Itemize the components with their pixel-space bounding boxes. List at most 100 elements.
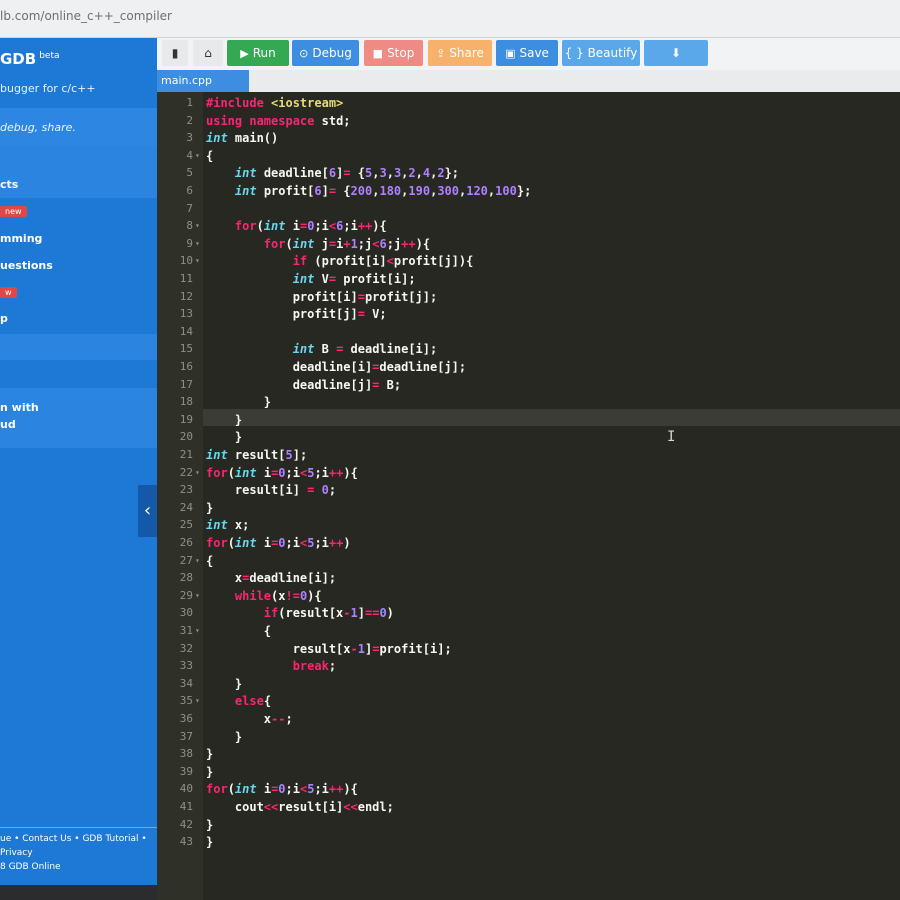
fold-arrow-icon[interactable]: ▾ xyxy=(195,239,200,248)
debug-button[interactable]: ⊙ Debug xyxy=(292,40,359,66)
code-line[interactable]: int main() xyxy=(206,131,278,145)
new-badge: new xyxy=(0,206,27,217)
line-number: 12 xyxy=(179,289,193,303)
code-line[interactable]: } xyxy=(206,835,213,849)
line-number: 6 xyxy=(186,184,193,197)
code-line[interactable]: x--; xyxy=(206,712,293,726)
line-number: 43 xyxy=(179,835,193,849)
code-line[interactable]: for(int i=0;i<6;i++){ xyxy=(206,219,387,233)
code-line[interactable]: deadline[j]= B; xyxy=(206,378,401,392)
sidebar-description: debug, share. xyxy=(0,121,76,134)
sidebar-item-questions[interactable]: uestions xyxy=(0,259,53,272)
line-number: 19 xyxy=(179,412,193,426)
line-number: 7 xyxy=(186,201,193,215)
sidebar-footer: ue • Contact Us • GDB Tutorial • Privacy… xyxy=(0,827,157,874)
code-line[interactable]: for(int i=0;i<5;i++){ xyxy=(206,782,358,796)
fold-arrow-icon[interactable]: ▾ xyxy=(195,556,200,565)
footer-privacy[interactable]: Privacy xyxy=(0,846,157,860)
code-line[interactable]: for(int j=i+1;j<6;j++){ xyxy=(206,237,430,251)
line-number: 33 xyxy=(179,659,193,673)
fold-arrow-icon[interactable]: ▾ xyxy=(195,256,200,265)
code-line[interactable]: deadline[i]=deadline[j]; xyxy=(206,360,466,374)
line-number: 36 xyxy=(179,712,193,725)
code-line[interactable]: int deadline[6]= {5,3,3,2,4,2}; xyxy=(206,166,459,180)
code-line[interactable]: } xyxy=(206,501,213,515)
fold-arrow-icon[interactable]: ▾ xyxy=(195,591,200,600)
code-line[interactable]: } xyxy=(206,395,271,409)
code-line[interactable]: result[i] = 0; xyxy=(206,483,336,497)
line-number: 27 xyxy=(179,553,193,567)
line-number: 5 xyxy=(186,166,193,180)
stop-button[interactable]: ■ Stop xyxy=(364,40,423,66)
sidebar-band xyxy=(0,334,157,360)
code-line[interactable]: break; xyxy=(206,659,336,673)
stop-icon: ■ xyxy=(372,47,384,60)
fold-arrow-icon[interactable]: ▾ xyxy=(195,696,200,705)
code-line[interactable]: int V= profit[i]; xyxy=(206,272,416,286)
code-line[interactable]: profit[i]=profit[j]; xyxy=(206,290,438,304)
fold-arrow-icon[interactable]: ▾ xyxy=(195,626,200,635)
sidebar-item-programming[interactable]: mming xyxy=(0,232,42,245)
code-line[interactable]: cout<<result[i]<<endl; xyxy=(206,800,394,814)
code-line[interactable]: for(int i=0;i<5;i++) xyxy=(206,536,351,550)
address-bar[interactable]: lb.com/online_c++_compiler xyxy=(0,0,900,38)
sidebar-tagline: bugger for c/c++ xyxy=(0,82,96,95)
url-text: lb.com/online_c++_compiler xyxy=(0,9,172,23)
code-line[interactable]: while(x!=0){ xyxy=(206,589,322,603)
toolbar: ▮ ⌂ ▶ Run ⊙ Debug ■ Stop ⇪ Share ▣ Save { } B… xyxy=(157,38,900,70)
code-line[interactable]: } xyxy=(206,818,213,832)
sidebar-item-cloud[interactable]: ud xyxy=(0,418,16,431)
save-button[interactable]: ▣ Save xyxy=(496,40,558,66)
sidebar-item-login-with[interactable]: n with xyxy=(0,401,39,414)
fold-arrow-icon[interactable]: ▾ xyxy=(195,221,200,230)
code-line[interactable]: { xyxy=(206,554,213,568)
code-line[interactable]: int x; xyxy=(206,518,249,532)
code-line[interactable]: if(result[x-1]==0) xyxy=(206,606,394,620)
sidebar-item-p[interactable]: p xyxy=(0,312,8,325)
code-line[interactable]: if (profit[i]<profit[j]){ xyxy=(206,254,474,268)
beautify-button[interactable]: { } Beautify xyxy=(562,40,640,66)
code-line[interactable]: { xyxy=(206,149,213,163)
footer-links[interactable]: ue • Contact Us • GDB Tutorial • xyxy=(0,832,157,846)
line-number: 26 xyxy=(179,536,193,549)
code-line[interactable]: int result[5]; xyxy=(206,448,307,462)
download-button[interactable]: ⬇ xyxy=(644,40,708,66)
code-line[interactable]: { xyxy=(206,624,271,638)
new-file-button[interactable]: ▮ xyxy=(162,40,188,66)
code-line[interactable]: } xyxy=(206,430,242,444)
code-line[interactable]: } xyxy=(206,730,242,744)
sidebar-item-projects[interactable]: cts xyxy=(0,178,18,191)
line-number: 1 xyxy=(186,96,193,109)
code-line[interactable]: int B = deadline[i]; xyxy=(206,342,438,356)
code-line[interactable]: for(int i=0;i<5;i++){ xyxy=(206,466,358,480)
code-line[interactable]: else{ xyxy=(206,694,271,708)
footer-copyright: 8 GDB Online xyxy=(0,862,61,872)
run-button[interactable]: ▶ Run xyxy=(227,40,289,66)
line-number: 18 xyxy=(179,395,193,409)
line-number: 32 xyxy=(179,641,193,655)
code-line[interactable]: int profit[6]= {200,180,190,300,120,100}… xyxy=(206,184,531,198)
code-line[interactable]: } xyxy=(206,677,242,691)
upload-button[interactable]: ⌂ xyxy=(193,40,223,66)
collapse-sidebar-button[interactable]: ‹ xyxy=(138,485,157,537)
tab-main-cpp[interactable]: main.cpp xyxy=(157,70,249,92)
code-line[interactable]: profit[j]= V; xyxy=(206,307,387,321)
code-line[interactable]: result[x-1]=profit[i]; xyxy=(206,642,452,656)
brand-logo[interactable]: GDB beta xyxy=(0,50,60,68)
fold-arrow-icon[interactable]: ▾ xyxy=(195,468,200,477)
code-line[interactable]: using namespace std; xyxy=(206,114,351,128)
line-number: 39 xyxy=(179,764,193,778)
floppy-icon: ▣ xyxy=(505,47,516,60)
fold-arrow-icon[interactable]: ▾ xyxy=(195,151,200,160)
code-line[interactable]: } xyxy=(206,765,213,779)
debug-icon: ⊙ xyxy=(299,47,309,60)
code-line[interactable]: #include <iostream> xyxy=(206,96,343,110)
code-editor[interactable]: 1 #include <iostream> 2 using namespace std… xyxy=(157,92,900,900)
code-line[interactable]: } xyxy=(206,413,242,427)
line-number: 17 xyxy=(179,377,193,391)
code-line[interactable]: x=deadline[i]; xyxy=(206,571,336,585)
line-number: 11 xyxy=(179,272,193,285)
code-line[interactable]: } xyxy=(206,747,213,761)
share-button[interactable]: ⇪ Share xyxy=(428,40,492,66)
active-line-highlight xyxy=(203,409,900,426)
